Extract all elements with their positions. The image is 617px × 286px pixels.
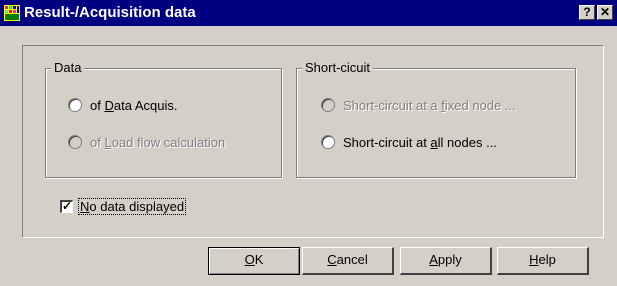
radio-fixed-node[interactable]: Short-circuit at a fixed node ... xyxy=(321,96,516,114)
radio-data-acquis[interactable]: of Data Acquis. xyxy=(68,96,177,114)
radio-all-nodes[interactable]: Short-circuit at all nodes ... xyxy=(321,133,497,151)
radio-all-nodes-label: Short-circuit at all nodes ... xyxy=(343,134,497,150)
app-grid-icon xyxy=(4,5,20,21)
no-data-displayed-label: No data displayed xyxy=(77,197,187,215)
radio-button-icon xyxy=(68,135,82,149)
help-icon: ? xyxy=(583,5,591,19)
close-icon: ✕ xyxy=(599,5,611,19)
checkmark-icon: ✓ xyxy=(62,198,73,213)
checkbox-box[interactable]: ✓ xyxy=(60,198,73,213)
radio-load-flow-label: of Load flow calculation xyxy=(90,134,226,150)
radio-load-flow[interactable]: of Load flow calculation xyxy=(68,133,225,151)
radio-button-icon xyxy=(68,98,82,112)
help-button[interactable]: Help xyxy=(497,247,589,275)
radio-button-icon xyxy=(321,135,335,149)
apply-button[interactable]: Apply xyxy=(400,247,492,275)
short-circuit-groupbox: Short-cicuit Short-circuit at a fixed no… xyxy=(296,60,576,178)
title-bar: Result-/Acquisition data ? ✕ xyxy=(0,0,617,26)
data-group-legend: Data xyxy=(51,60,85,75)
window-title: Result-/Acquisition data xyxy=(24,4,196,21)
cancel-button[interactable]: Cancel xyxy=(302,247,394,275)
radio-fixed-node-label: Short-circuit at a fixed node ... xyxy=(343,97,516,113)
data-groupbox: Data of Data Acquis. of Load flow calcul… xyxy=(45,60,282,178)
radio-data-acquis-label: of Data Acquis. xyxy=(90,97,178,113)
radio-button-icon xyxy=(321,98,335,112)
ok-button[interactable]: OK xyxy=(208,247,300,275)
title-help-button[interactable]: ? xyxy=(579,5,595,20)
short-circuit-group-legend: Short-cicuit xyxy=(302,60,374,75)
no-data-displayed-checkbox[interactable]: ✓ No data displayed xyxy=(60,197,187,215)
title-close-button[interactable]: ✕ xyxy=(597,5,613,20)
